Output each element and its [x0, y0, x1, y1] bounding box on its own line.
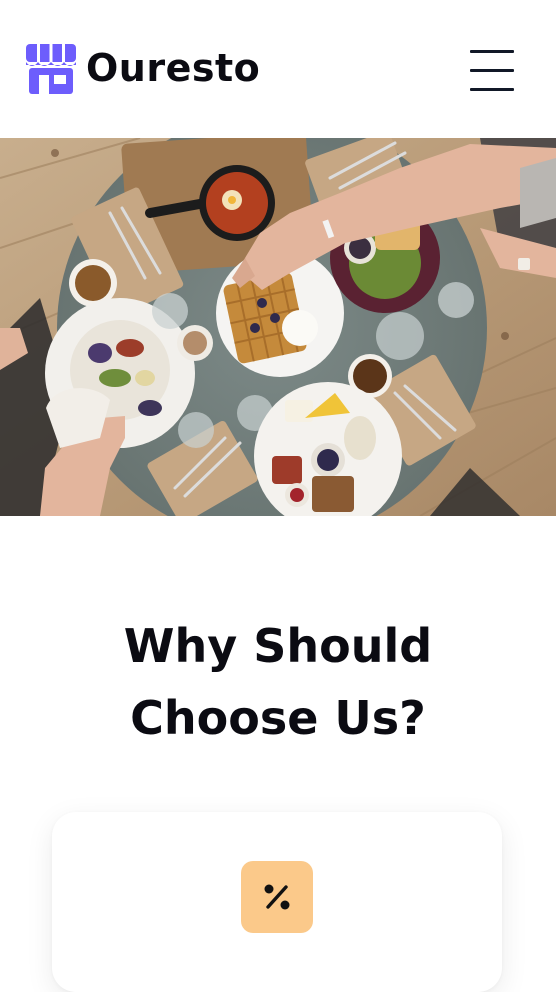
menu-line — [470, 50, 514, 53]
brand-name: Ouresto — [86, 46, 261, 90]
menu-line — [470, 69, 514, 72]
dining-table-illustration — [0, 138, 556, 516]
feature-card[interactable] — [52, 812, 502, 992]
brand-logo[interactable]: Ouresto — [26, 40, 260, 96]
section-title: Why Should Choose Us? — [0, 610, 556, 754]
site-header: Ouresto — [0, 0, 556, 138]
hero-image — [0, 138, 556, 516]
section-title-line-1: Why Should — [123, 619, 433, 673]
hamburger-menu-icon[interactable] — [470, 48, 516, 94]
storefront-icon — [26, 44, 76, 94]
menu-line — [470, 88, 514, 91]
section-title-line-2: Choose Us? — [130, 691, 426, 745]
percent-icon — [264, 884, 290, 910]
feature-icon-box — [241, 861, 313, 933]
